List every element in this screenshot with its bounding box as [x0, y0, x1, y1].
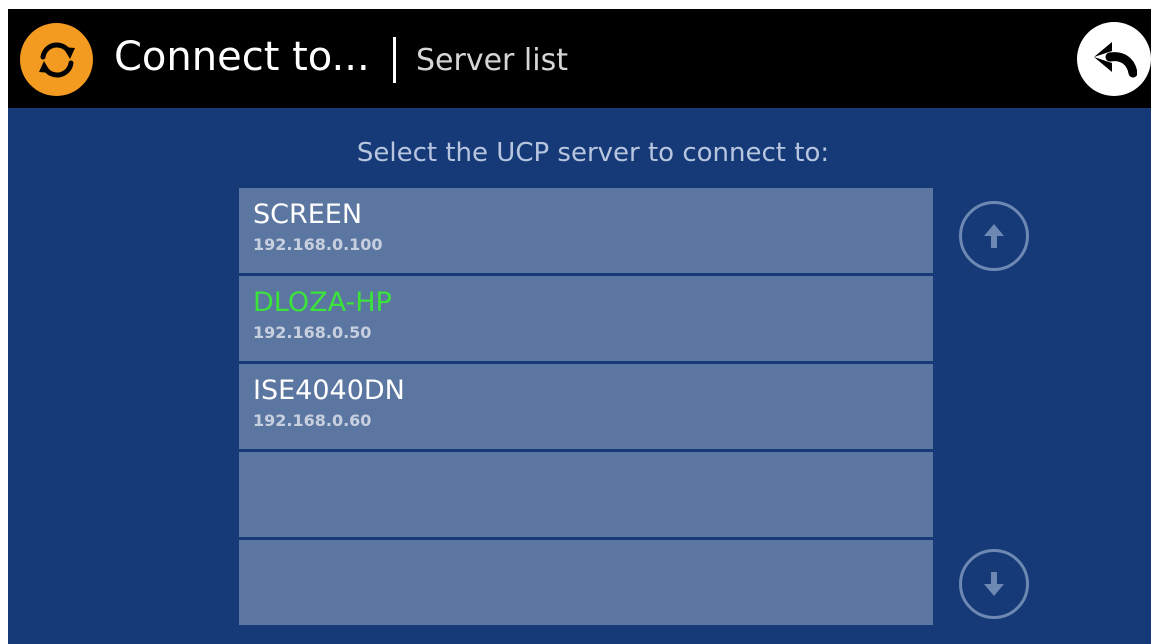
scroll-up-button[interactable]: [959, 201, 1029, 271]
page-subtitle: Server list: [416, 43, 568, 78]
instruction-text: Select the UCP server to connect to:: [356, 138, 830, 168]
server-name: SCREEN: [253, 199, 363, 230]
app-window: Connect to... Server list Select the UCP…: [8, 9, 1151, 644]
server-ip: 192.168.0.50: [253, 323, 372, 342]
server-list-item[interactable]: [239, 540, 933, 625]
back-button[interactable]: [1077, 22, 1151, 96]
server-name: ISE4040DN: [253, 375, 405, 406]
arrow-up-icon: [984, 224, 1004, 248]
server-list-item[interactable]: SCREEN 192.168.0.100: [239, 188, 933, 273]
server-ip: 192.168.0.60: [253, 411, 372, 430]
scroll-down-button[interactable]: [959, 549, 1029, 619]
server-name: DLOZA-HP: [253, 287, 392, 318]
header-bar: Connect to... Server list: [8, 9, 1151, 108]
page-title: Connect to...: [114, 34, 370, 80]
refresh-icon: [20, 23, 93, 96]
server-list: SCREEN 192.168.0.100 DLOZA-HP 192.168.0.…: [239, 188, 933, 628]
server-list-item[interactable]: [239, 452, 933, 537]
arrow-down-icon: [984, 572, 1004, 596]
title-divider: [393, 37, 396, 83]
back-arrow-icon: [1094, 42, 1137, 78]
server-list-item[interactable]: DLOZA-HP 192.168.0.50: [239, 276, 933, 361]
server-ip: 192.168.0.100: [253, 235, 383, 254]
server-list-item[interactable]: ISE4040DN 192.168.0.60: [239, 364, 933, 449]
